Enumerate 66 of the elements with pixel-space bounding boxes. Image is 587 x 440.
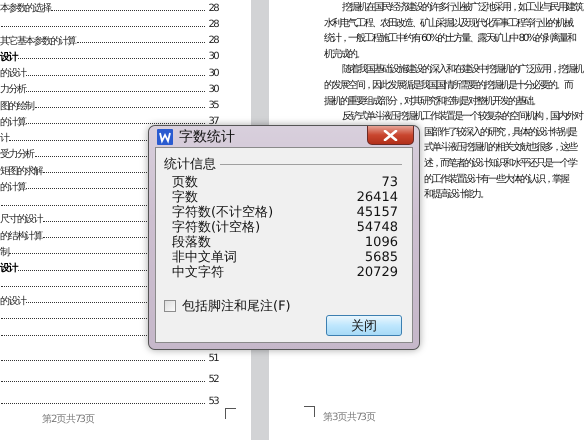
toc-entry: 的计算 <box>0 180 26 194</box>
stat-label: 字符数(不计空格) <box>172 205 274 220</box>
stat-value: 26414 <box>356 190 398 205</box>
stat-label: 段落数 <box>172 235 211 250</box>
toc-entry: 的结构计算 <box>0 230 42 243</box>
toc-entry: 其它基本参数的计算 <box>0 34 76 48</box>
page-number: 30 <box>207 84 218 95</box>
corner-mark <box>224 408 236 419</box>
stat-label: 字数 <box>172 190 198 205</box>
toc-entry: 制 <box>0 246 8 259</box>
stat-value: 20729 <box>356 265 398 280</box>
page-number: 30 <box>207 51 218 62</box>
stat-label: 字符数(计空格) <box>172 220 260 235</box>
window-title: 字数统计 <box>179 128 235 146</box>
group-title: 统计信息 <box>164 156 216 173</box>
logo-icon <box>157 128 173 144</box>
stat-value: 73 <box>381 175 398 190</box>
toc-entry: 矩图的求解 <box>0 164 42 178</box>
page-footer: 第 2 页 共 73 页 <box>42 412 93 426</box>
paragraph-line: 和提高设计能力。 <box>424 188 488 202</box>
toc-entry: 图的绘制 <box>0 100 34 113</box>
paragraph-line: 国部作了较深入的研究，具体的设计特别是 <box>424 126 576 140</box>
page-number: 52 <box>207 374 218 385</box>
page-number: 53 <box>207 396 218 406</box>
stat-label: 中文字符 <box>172 265 224 280</box>
toc-entry: 的设计 <box>0 294 26 308</box>
checkbox-label: 包括脚注和尾注(F) <box>182 298 291 315</box>
page-number: 30 <box>207 68 218 79</box>
close-icon <box>383 130 398 140</box>
page-number: 35 <box>207 100 218 112</box>
toc-entry: 设计 <box>0 50 17 64</box>
toc-entry: 设计 <box>0 262 17 276</box>
stat-value: 5685 <box>364 250 398 265</box>
paragraph-line: 挖掘机在国民经济建设的许多行业被广泛地采用，如工业与民用建筑 <box>342 0 582 15</box>
toc-entry: 本参数的选择 <box>0 2 50 16</box>
stat-label: 非中文单词 <box>172 250 237 265</box>
toc-entry: 受力分析 <box>0 148 34 162</box>
toc-entry: 计 <box>0 132 8 146</box>
stat-label: 页数 <box>172 175 198 190</box>
paragraph-line: 随着我国基础设施建设的深入和在建设中挖掘机的广泛应用，挖掘机 <box>342 62 582 78</box>
paragraph-line: 述，而笔者的设计知识和水平还只是一个学 <box>424 156 576 171</box>
paragraph-line: 掘机的重要组成部分，对其研究和控制是对整机开发的基础。 <box>324 94 540 109</box>
paragraph-line: 式单斗液压挖掘机的相关文献也很多，这些 <box>424 140 576 156</box>
toc-entry: 力分析 <box>0 82 26 96</box>
close-button[interactable]: 关闭 <box>326 315 402 336</box>
toc-entry: 的设计 <box>0 66 26 80</box>
page-number: 37 <box>207 116 218 128</box>
paragraph-line: 反铲式单斗液压挖掘机工作装置是一个较复杂的空间机构，国内外对 <box>342 110 582 124</box>
paragraph-line: 水利电气工程、农田改造、矿山采掘以及现代化军事工程等行业的机械 <box>324 16 572 31</box>
stat-value: 54748 <box>356 220 398 235</box>
stat-value: 1096 <box>364 235 398 250</box>
paragraph-line: 的工作装置设计有一些大体的认识，掌握 <box>424 172 568 187</box>
close-button[interactable] <box>367 126 414 145</box>
page-footer: 第 3 页 共 73 页 <box>323 410 374 424</box>
checkbox[interactable] <box>164 300 176 312</box>
toc-entry: 尺寸的设计 <box>0 212 42 226</box>
page-number: 28 <box>207 35 218 46</box>
paragraph-line: 的发展空间，因此发展循是我国国情所需要的挖掘机是十分必要的。而 <box>324 78 572 93</box>
page-number: 28 <box>207 18 218 30</box>
toc-entry: 的计算 <box>0 116 26 129</box>
page-number: 51 <box>207 352 218 364</box>
stat-value: 45157 <box>356 205 398 220</box>
paragraph-line: 统计，一般工程施工中约有 60%的土方量、露天矿山中 80%的剥离量和 <box>324 32 575 46</box>
corner-mark <box>304 406 315 417</box>
page-number: 28 <box>207 2 218 14</box>
paragraph-line: 机完成的。 <box>324 48 364 62</box>
